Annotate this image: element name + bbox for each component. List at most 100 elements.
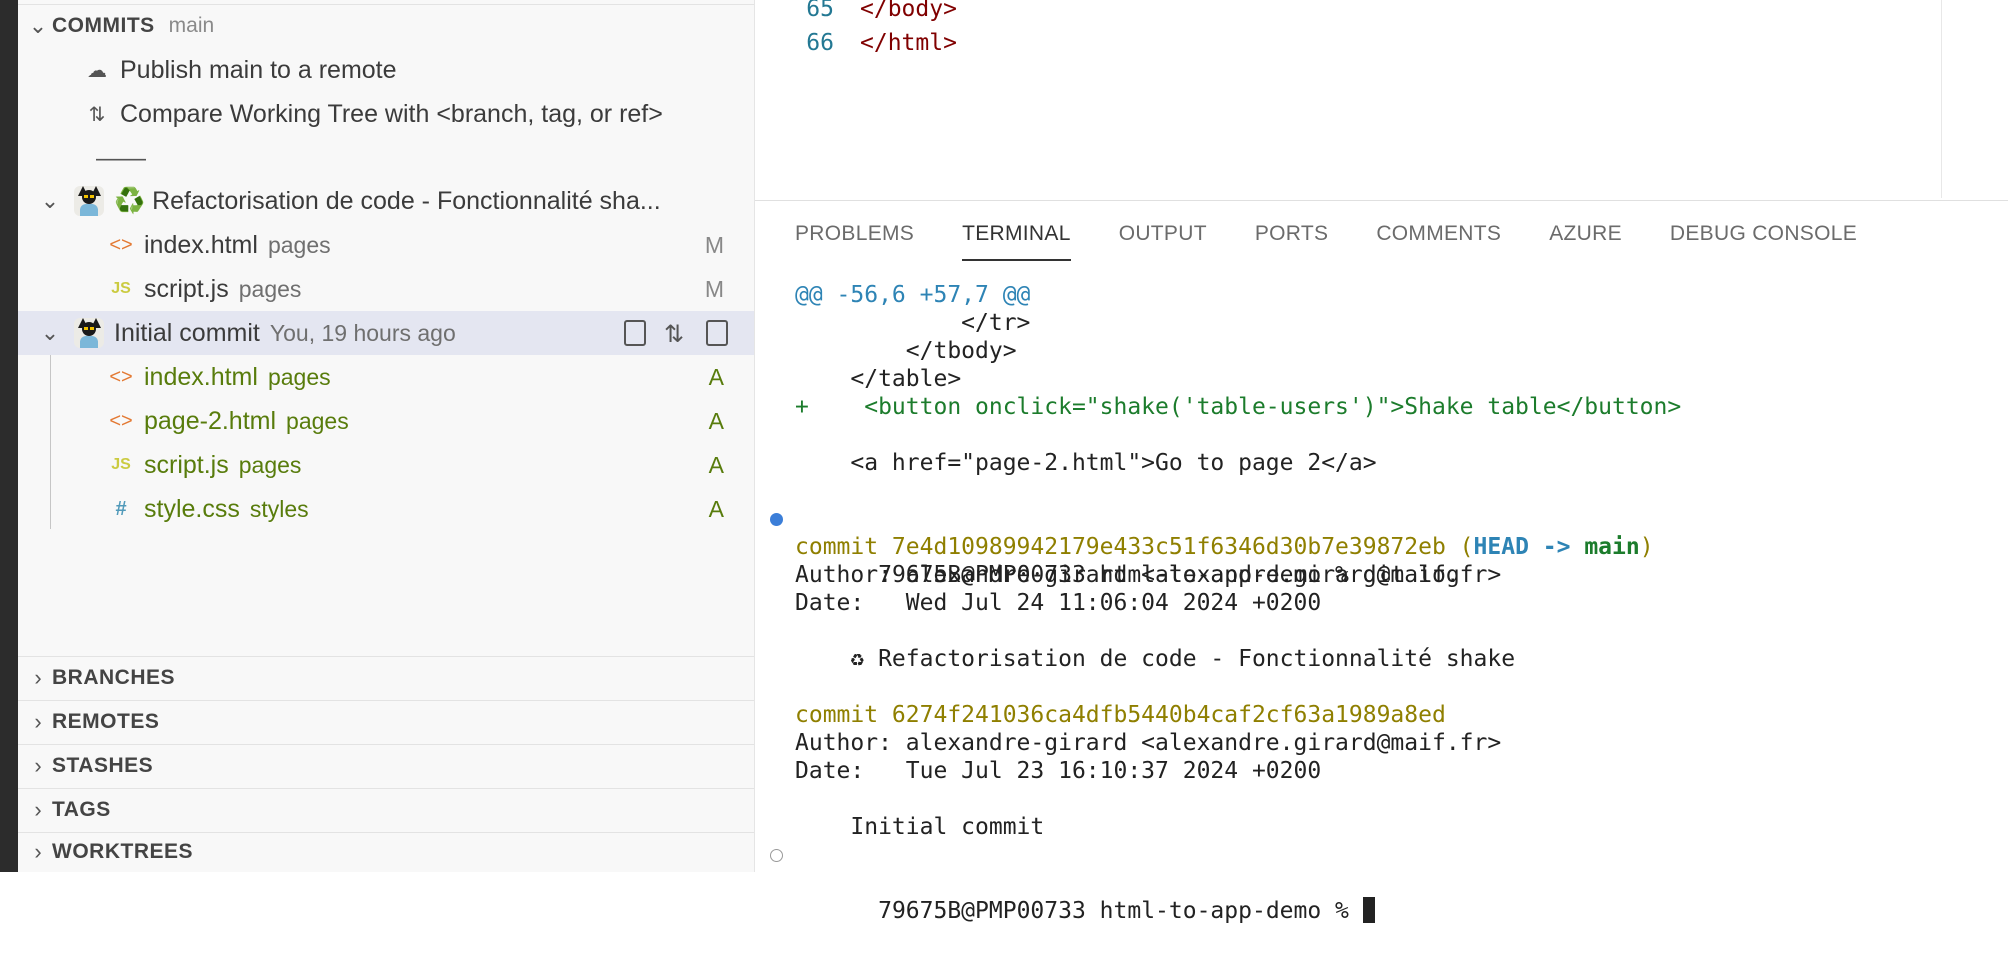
branches-section-header[interactable]: › BRANCHES [18, 656, 754, 700]
commit-message-line: Initial commit [795, 814, 1045, 840]
code-line: 65 </body> [755, 0, 957, 26]
css-icon: # [115, 497, 127, 520]
worktrees-section-header[interactable]: › WORKTREES [18, 832, 754, 872]
code-editor[interactable]: 65 </body> 66 </html> [755, 0, 2008, 200]
compare-working-tree-action[interactable]: ⇅ Compare Working Tree with <branch, tag… [18, 92, 754, 136]
publish-branch-action[interactable]: ☁ Publish main to a remote [18, 48, 754, 92]
compare-icon: ⇅ [88, 103, 106, 126]
tab-comments[interactable]: COMMENTS [1376, 201, 1501, 267]
commit-author: Author: alexandre-girard <alexandre.gira… [795, 730, 1502, 756]
html-icon: <> [109, 233, 133, 256]
file-name: script.js [144, 450, 229, 479]
commit-author: Author: alexandre-girard <alexandre.gira… [795, 562, 1502, 588]
file-row[interactable]: JS script.js pages A [18, 443, 754, 487]
file-row[interactable]: <> index.html pages M [18, 223, 754, 267]
ref-paren: ) [1639, 534, 1654, 560]
html-icon: <> [109, 365, 133, 388]
chevron-right-icon: › [34, 665, 42, 690]
file-status: A [708, 363, 724, 390]
file-folder: styles [249, 495, 309, 522]
file-status: A [708, 451, 724, 478]
commit-message: Initial commit [114, 318, 260, 347]
js-icon: JS [111, 280, 131, 297]
cloud-upload-icon: ☁ [87, 59, 107, 82]
terminal-prompt-line: 79675B@PMP00733 html-to-app-demo % [770, 841, 1988, 924]
tab-problems[interactable]: PROBLEMS [795, 201, 914, 267]
chevron-down-icon: ⌄ [28, 13, 48, 38]
commit-hash: commit 6274f241036ca4dfb5440b4caf2cf63a1… [795, 702, 1446, 728]
file-status: M [704, 275, 724, 302]
code-text: </body> [860, 0, 957, 22]
copy-icon[interactable] [706, 320, 728, 346]
file-folder: pages [286, 407, 349, 434]
remotes-section-header[interactable]: › REMOTES [18, 700, 754, 744]
editor-scrollbar[interactable] [1941, 0, 1942, 198]
tab-ports[interactable]: PORTS [1255, 201, 1328, 267]
commit-date: Date: Wed Jul 24 11:06:04 2024 +0200 [795, 590, 1322, 616]
chevron-right-icon: › [34, 839, 42, 864]
commit-meta: You, 19 hours ago [269, 319, 456, 346]
command-success-dot-icon[interactable] [770, 513, 783, 526]
bottom-panel: PROBLEMS TERMINAL OUTPUT PORTS COMMENTS … [755, 200, 2008, 924]
js-icon: JS [111, 456, 131, 473]
html-icon: <> [109, 409, 133, 432]
main-ref: main [1584, 534, 1640, 560]
file-folder: pages [267, 231, 331, 258]
source-control-sidebar: ⌄ COMMITS main ☁ Publish main to a remot… [18, 0, 755, 872]
commit-hash-line: commit 7e4d10989942179e433c51f6346d30b7e… [795, 533, 1988, 561]
chevron-down-icon: ⌄ [40, 188, 60, 213]
chevron-right-icon: › [34, 753, 42, 778]
file-folder: pages [238, 275, 302, 302]
commits-section-header[interactable]: ⌄ COMMITS main [18, 4, 754, 48]
file-name: page-2.html [144, 406, 277, 435]
tab-debug-console[interactable]: DEBUG CONSOLE [1670, 201, 1857, 267]
diff-hunk-header: @@ -56,6 +57,7 @@ [795, 282, 1031, 308]
commit-hash: commit 7e4d10989942179e433c51f6346d30b7e… [795, 534, 1446, 560]
commit-row[interactable]: ⌄ ♻️ Refactorisation de code - Fonctionn… [18, 179, 754, 223]
tags-section-header[interactable]: › TAGS [18, 788, 754, 832]
command-pending-dot-icon[interactable] [770, 849, 783, 862]
section-title: TAGS [52, 798, 111, 821]
compare-icon[interactable]: ⇅ [664, 320, 688, 348]
file-status: M [704, 231, 724, 258]
file-row[interactable]: <> index.html pages A [18, 355, 754, 399]
tab-output[interactable]: OUTPUT [1119, 201, 1207, 267]
file-row[interactable]: <> page-2.html pages A [18, 399, 754, 443]
terminal-cursor [1362, 897, 1375, 923]
open-changes-icon[interactable] [624, 320, 646, 346]
file-folder: pages [238, 451, 302, 478]
commit-message-line: ♻ Refactorisation de code - Fonctionnali… [795, 646, 1516, 672]
stashes-section-header[interactable]: › STASHES [18, 744, 754, 788]
terminal-output[interactable]: @@ -56,6 +57,7 @@ </tr> </tbody> </table… [770, 281, 1988, 924]
commit-date: Date: Tue Jul 23 16:10:37 2024 +0200 [795, 758, 1322, 784]
activity-bar [0, 0, 18, 872]
file-name: index.html [144, 362, 258, 391]
file-row[interactable]: JS script.js pages M [18, 267, 754, 311]
tab-terminal[interactable]: TERMINAL [962, 201, 1071, 267]
file-row[interactable]: # style.css styles A [18, 487, 754, 531]
section-title: REMOTES [52, 710, 160, 733]
diff-context-line: </tr> [795, 310, 1031, 336]
tab-azure[interactable]: AZURE [1549, 201, 1622, 267]
chevron-right-icon: › [34, 797, 42, 822]
code-text: </html> [860, 30, 957, 56]
avatar [74, 186, 104, 216]
current-branch-label: main [168, 14, 215, 37]
separator-text: —— [96, 143, 146, 172]
commits-section-title: COMMITS [52, 14, 155, 37]
avatar [74, 318, 104, 348]
section-title: BRANCHES [52, 666, 176, 689]
publish-label: Publish main to a remote [120, 55, 397, 84]
section-title: STASHES [52, 754, 154, 777]
commit-row-selected[interactable]: ⌄ Initial commit You, 19 hours ago ⇅ [18, 311, 754, 355]
chevron-down-icon: ⌄ [40, 320, 60, 345]
file-status: A [708, 495, 724, 522]
section-title: WORKTREES [52, 840, 193, 863]
line-number: 65 [806, 0, 834, 22]
head-ref: HEAD -> [1473, 534, 1585, 560]
panel-tabs: PROBLEMS TERMINAL OUTPUT PORTS COMMENTS … [755, 201, 2008, 267]
